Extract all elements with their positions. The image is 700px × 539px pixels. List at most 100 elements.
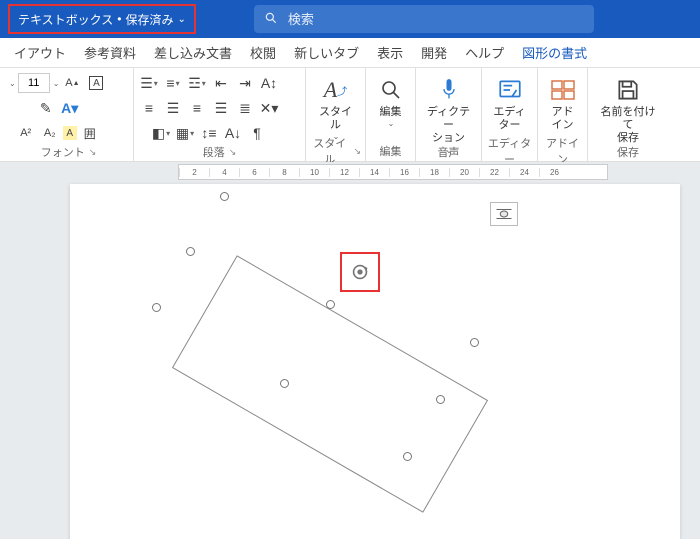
line-spacing-icon[interactable]: ↕≡	[198, 122, 220, 144]
font-family-dropdown[interactable]: ⌄	[9, 79, 16, 88]
ruler-mark: 20	[449, 168, 479, 177]
font-size-dropdown[interactable]: ⌄	[53, 79, 60, 88]
document-title-area[interactable]: テキストボックス • 保存済み ⌄	[8, 4, 196, 34]
char-box-icon[interactable]: A	[85, 72, 107, 94]
ruler-mark: 14	[359, 168, 389, 177]
selection-handle[interactable]	[220, 192, 229, 201]
ruler-mark: 2	[179, 168, 209, 177]
ruler-mark: 4	[209, 168, 239, 177]
microphone-icon	[439, 74, 459, 106]
group-styles: A⤴ スタイル ⌄ スタイル ↘	[306, 68, 366, 161]
distribute-icon[interactable]: ≣	[234, 97, 256, 119]
selection-handle[interactable]	[280, 379, 289, 388]
font-launcher-icon[interactable]: ↘	[89, 147, 97, 158]
group-editing-label: 編集	[380, 143, 402, 159]
addins-button[interactable]: アド イン	[539, 72, 587, 134]
tab-references[interactable]: 参考資料	[76, 39, 144, 66]
font-grow-icon[interactable]: A▲	[61, 72, 83, 94]
subscript-icon[interactable]: A₂	[39, 122, 61, 144]
indent-right-icon[interactable]: ⇥	[234, 72, 256, 94]
save-state: 保存済み	[125, 11, 173, 28]
save-icon	[615, 74, 641, 106]
paragraph-launcher-icon[interactable]: ↘	[229, 147, 237, 158]
ruler-mark: 12	[329, 168, 359, 177]
tab-help[interactable]: ヘルプ	[457, 39, 512, 66]
selection-handle[interactable]	[470, 338, 479, 347]
find-icon	[379, 74, 403, 106]
group-paragraph: ☰▾ ≡▾ ☲▾ ⇤ ⇥ A↕ ≡ ☰ ≡ ☰ ≣ ✕▾ ◧▾ ▦▾	[134, 68, 306, 161]
search-icon	[264, 11, 278, 28]
align-center-icon[interactable]: ☰	[162, 97, 184, 119]
document-page[interactable]	[70, 184, 680, 539]
group-voice: ディクテー ション ⌄ 音声	[416, 68, 482, 161]
justify-icon[interactable]: ☰	[210, 97, 232, 119]
group-font: ⌄ 11 ⌄ A▲ A ✎ A▾ A² A₂ A 囲 フォント	[4, 68, 134, 161]
addins-icon	[550, 74, 576, 106]
rotation-anchor-handle[interactable]	[326, 300, 335, 309]
char-shading-icon[interactable]: 囲	[79, 122, 101, 144]
document-name: テキストボックス	[18, 11, 113, 28]
chevron-down-icon: ⌄	[388, 119, 395, 128]
edit-button[interactable]: 編集 ⌄	[367, 72, 415, 130]
paragraph-mark-icon[interactable]: ¶	[246, 122, 268, 144]
tab-review[interactable]: 校閲	[242, 39, 284, 66]
selection-handle[interactable]	[403, 452, 412, 461]
editor-icon	[497, 74, 523, 106]
editor-button[interactable]: エディ ター	[486, 72, 534, 134]
ruler-mark: 8	[269, 168, 299, 177]
tab-newtab[interactable]: 新しいタブ	[286, 39, 367, 66]
selection-handle[interactable]	[152, 303, 161, 312]
canvas	[70, 184, 680, 539]
ribbon: ⌄ 11 ⌄ A▲ A ✎ A▾ A² A₂ A 囲 フォント	[0, 68, 700, 162]
search-input[interactable]	[288, 12, 584, 27]
superscript-icon[interactable]: A²	[15, 122, 37, 144]
rotation-handle-highlight[interactable]	[340, 252, 380, 292]
borders-icon[interactable]: ▦▾	[174, 122, 196, 144]
chevron-down-icon: ⌄	[178, 14, 186, 25]
font-size-box[interactable]: 11	[18, 73, 50, 93]
group-voice-label: 音声	[438, 144, 460, 160]
group-addins: アド イン アドイン	[538, 68, 588, 161]
align-left-icon[interactable]: ≡	[138, 97, 160, 119]
selection-handle[interactable]	[436, 395, 445, 404]
multilevel-icon[interactable]: ☲▾	[186, 72, 208, 94]
document-area: 2468101214161820222426	[0, 162, 700, 539]
ruler-mark: 10	[299, 168, 329, 177]
ruler-mark: 22	[479, 168, 509, 177]
save-as-button[interactable]: 名前を付けて 保存	[592, 72, 664, 148]
title-bar: テキストボックス • 保存済み ⌄	[0, 0, 700, 38]
shading-icon[interactable]: ◧▾	[150, 122, 172, 144]
char-spacing-icon[interactable]: ✕▾	[258, 97, 280, 119]
align-right-icon[interactable]: ≡	[186, 97, 208, 119]
highlight-icon[interactable]: A	[63, 126, 77, 140]
styles-launcher-icon[interactable]: ↘	[353, 146, 361, 157]
styles-button[interactable]: A⤴ スタイル ⌄	[310, 72, 361, 143]
rotated-textbox-shape[interactable]	[172, 255, 488, 513]
tab-shape-format[interactable]: 図形の書式	[514, 39, 595, 66]
ruler-mark: 6	[239, 168, 269, 177]
horizontal-ruler[interactable]: 2468101214161820222426	[178, 164, 608, 180]
sort-icon[interactable]: A↓	[222, 122, 244, 144]
selection-handle[interactable]	[186, 247, 195, 256]
tab-mailings[interactable]: 差し込み文書	[146, 39, 240, 66]
ruler-mark: 16	[389, 168, 419, 177]
tab-view[interactable]: 表示	[369, 39, 411, 66]
text-effects-icon[interactable]: ✎	[35, 97, 57, 119]
indent-left-icon[interactable]: ⇤	[210, 72, 232, 94]
group-font-label: フォント	[41, 144, 85, 160]
ruler-mark: 26	[539, 168, 569, 177]
styles-icon: A⤴	[324, 74, 347, 106]
group-editing: 編集 ⌄ 編集	[366, 68, 416, 161]
group-save: 名前を付けて 保存 保存	[588, 68, 668, 161]
group-paragraph-label: 段落	[203, 144, 225, 160]
layout-options-button[interactable]	[490, 202, 518, 226]
search-box[interactable]	[254, 5, 594, 33]
text-direction-icon[interactable]: A↕	[258, 72, 280, 94]
numbering-icon[interactable]: ≡▾	[162, 72, 184, 94]
tab-developer[interactable]: 開発	[413, 39, 455, 66]
group-editor: エディ ター エディター	[482, 68, 538, 161]
font-color-icon[interactable]: A▾	[59, 97, 81, 119]
bullets-icon[interactable]: ☰▾	[138, 72, 160, 94]
tab-layout[interactable]: イアウト	[6, 39, 74, 66]
ruler-mark: 24	[509, 168, 539, 177]
